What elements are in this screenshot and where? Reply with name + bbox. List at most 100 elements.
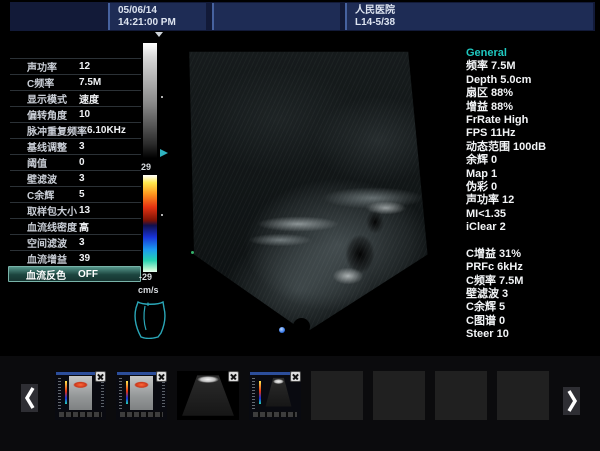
- thumbnail: [497, 371, 549, 420]
- body-marker-icon: [131, 299, 171, 339]
- parameter-value: 13: [79, 205, 90, 216]
- parameter-value: 7.5M: [79, 77, 101, 88]
- parameter-row[interactable]: 空间滤波 3: [10, 234, 141, 250]
- close-icon[interactable]: [290, 371, 301, 382]
- chevron-left-icon: [22, 385, 38, 411]
- color-doppler-bar: [143, 175, 157, 272]
- parameter-value: 3: [79, 237, 85, 248]
- parameter-row[interactable]: 脉冲重复频率 6.10KHz: [10, 122, 141, 138]
- info-line: Map 1: [466, 168, 598, 181]
- parameter-row[interactable]: 偏转角度 10: [10, 106, 141, 122]
- thumb-filmstrip: [120, 412, 163, 417]
- parameter-row[interactable]: 壁滤波 3: [10, 170, 141, 186]
- thumbnail-strip: [55, 371, 549, 420]
- parameter-label: 血流增益: [27, 251, 79, 266]
- thumb-left-column: [58, 378, 67, 410]
- info-line: 增益 88%: [466, 101, 598, 114]
- parameter-row[interactable]: 声功率 12: [10, 58, 141, 74]
- thumb-sector-image: [181, 374, 235, 418]
- patient-info-box: [212, 3, 340, 30]
- info-panel-header: General: [466, 47, 598, 60]
- probe-model: L14-5/38: [355, 17, 593, 29]
- parameter-value: 12: [79, 61, 90, 72]
- parameter-value: 6.10KHz: [87, 125, 126, 136]
- hospital-probe-display: 人民医院 L14-5/38: [345, 3, 593, 30]
- thumb-right-column: [101, 379, 104, 408]
- thumb-left-column: [252, 378, 261, 410]
- datetime-display: 05/06/14 14:21:00 PM: [108, 3, 206, 30]
- parameter-value: 速度: [79, 91, 99, 106]
- velocity-max-label: 29: [141, 162, 151, 172]
- info-line: 频率 7.5M: [466, 60, 598, 73]
- close-icon[interactable]: [156, 371, 167, 382]
- velocity-min-label: -29: [139, 272, 152, 282]
- parameter-label: 血流反色: [26, 267, 78, 282]
- info-line: FPS 11Hz: [466, 127, 598, 140]
- edge-marker-dot: [191, 251, 194, 254]
- parameter-label: C频率: [27, 75, 79, 90]
- info-line: MI<1.35: [466, 208, 598, 221]
- parameter-row[interactable]: 基线调整 3: [10, 138, 141, 154]
- parameter-value: 3: [79, 173, 85, 184]
- thumb-filmstrip: [59, 412, 102, 417]
- parameter-value: OFF: [78, 269, 98, 280]
- parameter-label: 取样包大小: [27, 203, 79, 218]
- info-line: PRFc 6kHz: [466, 261, 598, 274]
- parameter-row[interactable]: 显示模式 速度: [10, 90, 141, 106]
- time-text: 14:21:00 PM: [118, 17, 206, 29]
- thumbnail[interactable]: [55, 371, 106, 420]
- thumbnail[interactable]: [249, 371, 301, 420]
- parameter-value: 10: [79, 109, 90, 120]
- color-tick-dot: [161, 214, 163, 216]
- info-line: 壁滤波 3: [466, 288, 598, 301]
- caret-down-icon: [155, 32, 163, 37]
- info-line: 扇区 88%: [466, 87, 598, 100]
- parameter-row[interactable]: 血流增益 39: [10, 250, 141, 266]
- info-line: C增益 31%: [466, 248, 598, 261]
- thumbnail: [373, 371, 425, 420]
- ultrasound-image: [188, 50, 430, 334]
- chevron-right-icon: [564, 388, 580, 414]
- close-icon[interactable]: [95, 371, 106, 382]
- parameter-row[interactable]: 阈值 0: [10, 154, 141, 170]
- parameter-label: 阈值: [27, 155, 79, 170]
- parameter-value: 39: [79, 253, 90, 264]
- imaging-info-panel: General 频率 7.5M Depth 5.0cm 扇区 88% 增益 88…: [466, 47, 598, 342]
- thumbnail[interactable]: [177, 371, 239, 420]
- parameter-label: 壁滤波: [27, 171, 79, 186]
- parameter-value: 5: [79, 189, 85, 200]
- thumbnail: [311, 371, 363, 420]
- parameter-row[interactable]: 取样包大小 13: [10, 202, 141, 218]
- info-line: C余辉 5: [466, 301, 598, 314]
- thumb-doppler-image: [130, 376, 153, 410]
- parameter-panel: 声功率 12 C频率 7.5M 显示模式 速度 偏转角度 10 脉冲重复频率 6…: [10, 58, 141, 282]
- info-color-group: C增益 31% PRFc 6kHz C频率 7.5M 壁滤波 3 C余辉 5 C…: [466, 248, 598, 342]
- info-line: 余辉 0: [466, 154, 598, 167]
- thumb-filmstrip: [253, 412, 297, 417]
- next-page-button[interactable]: [563, 387, 580, 415]
- parameter-row[interactable]: 血流反色 OFF: [8, 266, 141, 282]
- parameter-row[interactable]: C频率 7.5M: [10, 74, 141, 90]
- info-line: Depth 5.0cm: [466, 74, 598, 87]
- parameter-row[interactable]: C余辉 5: [10, 186, 141, 202]
- parameter-value: 0: [79, 157, 85, 168]
- info-line: C频率 7.5M: [466, 275, 598, 288]
- parameter-label: 声功率: [27, 59, 79, 74]
- gray-map-marker-icon: [160, 149, 168, 157]
- thumb-doppler-image: [69, 376, 92, 410]
- info-line: C图谱 0: [466, 315, 598, 328]
- info-line: iClear 2: [466, 221, 598, 234]
- parameter-label: C余辉: [27, 187, 79, 202]
- close-icon[interactable]: [228, 371, 239, 382]
- sector-tip-notch: [293, 318, 310, 335]
- thumbnail[interactable]: [116, 371, 167, 420]
- info-line: 声功率 12: [466, 194, 598, 207]
- info-line: Steer 10: [466, 328, 598, 341]
- prev-page-button[interactable]: [21, 384, 38, 412]
- parameter-row[interactable]: 血流线密度 高: [10, 218, 141, 234]
- thumb-left-column: [119, 378, 128, 410]
- parameter-label: 空间滤波: [27, 235, 79, 250]
- thumb-right-column: [162, 379, 165, 408]
- info-general-group: 频率 7.5M Depth 5.0cm 扇区 88% 增益 88% FrRate…: [466, 60, 598, 234]
- parameter-value: 3: [79, 141, 85, 152]
